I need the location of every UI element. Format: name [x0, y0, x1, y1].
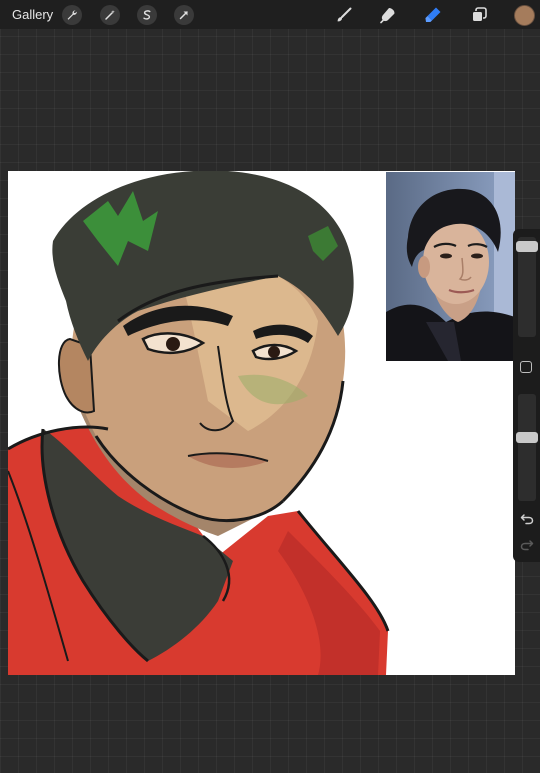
wrench-icon — [67, 10, 77, 20]
brush-tool[interactable] — [333, 4, 355, 26]
redo-icon — [520, 540, 534, 551]
smudge-tool[interactable] — [377, 4, 399, 26]
left-pupil — [166, 337, 180, 351]
brush-sidebar — [513, 229, 540, 562]
magic-wand-icon — [105, 10, 115, 20]
redo-button[interactable] — [518, 537, 536, 553]
top-toolbar: Gallery — [0, 0, 540, 29]
eraser-icon — [425, 7, 441, 22]
transform-button[interactable] — [174, 5, 194, 25]
layers-button[interactable] — [468, 4, 490, 26]
right-pupil — [268, 346, 280, 358]
layers-icon — [472, 7, 487, 22]
selection-icon — [143, 10, 151, 20]
undo-icon — [520, 514, 534, 525]
transform-icon — [179, 11, 188, 20]
brush-size-handle[interactable] — [516, 241, 538, 252]
opacity-slider[interactable] — [516, 394, 538, 501]
adjustments-button[interactable] — [100, 5, 120, 25]
color-picker-button[interactable] — [514, 5, 535, 26]
smudge-icon — [380, 8, 395, 24]
modify-button[interactable] — [520, 361, 532, 373]
undo-button[interactable] — [518, 511, 536, 527]
brush-icon — [337, 7, 352, 22]
selection-button[interactable] — [137, 5, 157, 25]
gallery-button[interactable]: Gallery — [12, 7, 53, 22]
actions-button[interactable] — [62, 5, 82, 25]
eraser-tool[interactable] — [422, 4, 444, 26]
reference-photo[interactable] — [386, 172, 515, 361]
opacity-handle[interactable] — [516, 432, 538, 443]
brush-size-slider[interactable] — [516, 237, 538, 337]
reference-portrait — [386, 172, 515, 361]
